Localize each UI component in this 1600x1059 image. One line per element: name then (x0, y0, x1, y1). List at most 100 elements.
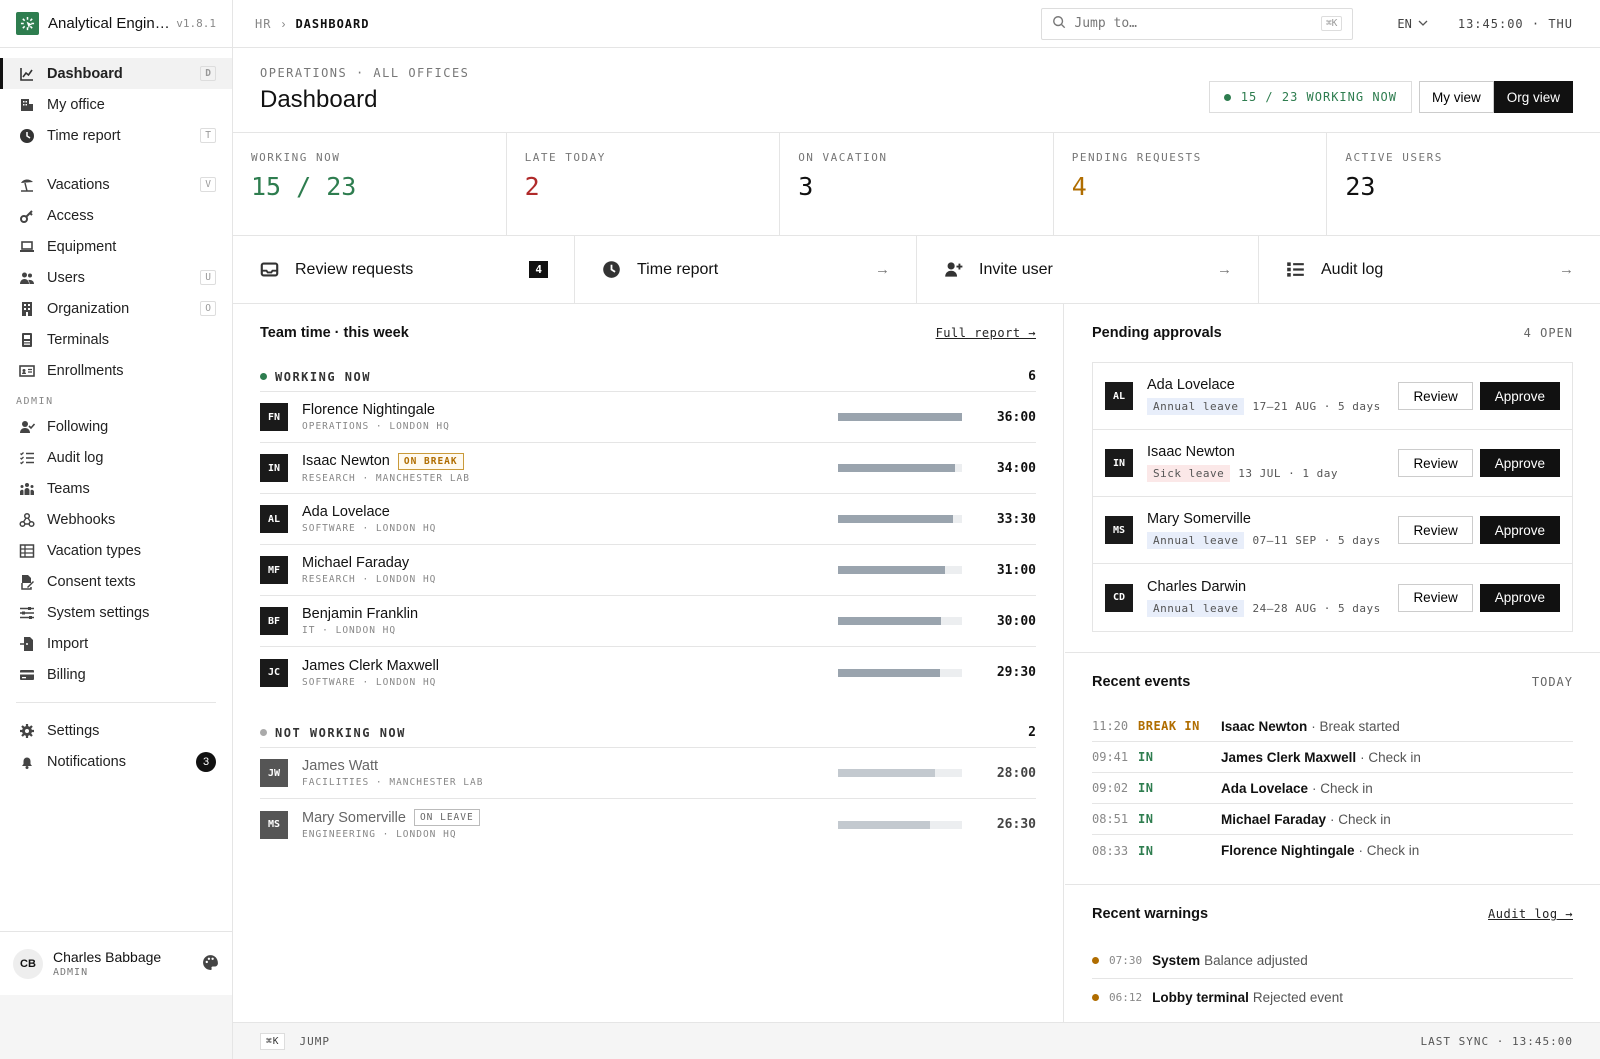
building-icon (18, 300, 36, 318)
requester-name: Ada Lovelace (1147, 377, 1235, 393)
language-select[interactable]: EN (1397, 17, 1428, 31)
sidebar-item-audit-log[interactable]: Audit log (0, 442, 232, 473)
sidebar-item-dashboard[interactable]: Dashboard D (0, 58, 232, 89)
review-button[interactable]: Review (1398, 449, 1473, 477)
approve-button[interactable]: Approve (1479, 583, 1560, 612)
warning-description: Balance adjusted (1204, 953, 1308, 968)
pending-approvals-panel: Pending approvals 4 OPEN AL Ada Lovelace A… (1065, 304, 1600, 653)
recent-events-panel: Recent events TODAY 11:20 BREAK IN Isaac N… (1065, 653, 1600, 885)
avatar: MF (260, 556, 288, 584)
app-name: Analytical Engin… (48, 15, 170, 32)
warning-source: System (1152, 953, 1201, 968)
sidebar-item-label: Terminals (47, 331, 110, 348)
team-member-row[interactable]: JC James Clerk Maxwell SOFTWARE · LONDON H… (260, 647, 1036, 698)
team-member-row[interactable]: JW James Watt FACILITIES · MANCHESTER LAB 2… (260, 748, 1036, 799)
search-input[interactable]: Jump to… ⌘K (1041, 7, 1354, 40)
sidebar-item-label: Organization (47, 300, 130, 317)
stat-value: 23 (1345, 172, 1376, 201)
sidebar-item-vacation-types[interactable]: Vacation types (0, 535, 232, 566)
approve-button[interactable]: Approve (1479, 382, 1560, 410)
sidebar-item-label: Access (47, 207, 94, 224)
avatar: AL (260, 505, 288, 533)
shortcut-key: O (200, 301, 216, 316)
team-member-row[interactable]: MF Michael Faraday RESEARCH · LONDON HQ 31:… (260, 545, 1036, 596)
file-signature-icon (18, 573, 36, 591)
time-report-action[interactable]: Time report → (575, 236, 917, 303)
bell-icon (18, 753, 36, 771)
sidebar-item-organization[interactable]: Organization O (0, 293, 232, 324)
sidebar-item-consent-texts[interactable]: Consent texts (0, 566, 232, 597)
sidebar-item-my-office[interactable]: My office (0, 89, 232, 120)
sidebar-item-following[interactable]: Following (0, 411, 232, 442)
sidebar-item-label: Teams (47, 480, 90, 497)
stat-working-now: WORKING NOW 15 / 23 (233, 133, 507, 235)
hours-bar (838, 668, 962, 677)
event-person: James Clerk Maxwell (1221, 749, 1357, 765)
key-icon (18, 207, 36, 225)
breadcrumb-root[interactable]: HR (255, 17, 271, 31)
org-view-button[interactable]: Org view (1493, 81, 1573, 113)
event-type: IN (1138, 812, 1154, 826)
approve-button[interactable]: Approve (1479, 449, 1560, 477)
sidebar-item-notifications[interactable]: Notifications 3 (0, 746, 232, 777)
app-logo-icon (16, 12, 39, 35)
sidebar-item-system-settings[interactable]: System settings (0, 597, 232, 628)
hours-bar (838, 464, 962, 472)
user-name: Charles Babbage (53, 949, 162, 965)
full-report-link[interactable]: Full report → (936, 326, 1036, 340)
audit-log-link[interactable]: Audit log → (1488, 907, 1573, 921)
sidebar-item-equipment[interactable]: Equipment (0, 231, 232, 262)
team-member-row[interactable]: FN Florence Nightingale OPERATIONS · LONDO… (260, 392, 1036, 443)
sidebar-item-vacations[interactable]: Vacations V (0, 169, 232, 200)
sidebar-item-access[interactable]: Access (0, 200, 232, 231)
breadcrumb-current: DASHBOARD (295, 16, 370, 31)
my-view-button[interactable]: My view (1418, 81, 1494, 113)
hours-bar (838, 566, 962, 574)
sidebar-item-terminals[interactable]: Terminals (0, 324, 232, 355)
event-type: IN (1138, 843, 1154, 858)
team-member-row[interactable]: IN Isaac Newton ON BREAK RESEARCH · MANCHES… (260, 443, 1036, 494)
palette-icon[interactable] (202, 954, 219, 974)
invite-user-action[interactable]: Invite user → (917, 236, 1259, 303)
shortcut-key: T (200, 128, 216, 143)
audit-log-action[interactable]: Audit log → (1259, 236, 1600, 303)
warning-row: 07:30 System Balance adjusted (1092, 943, 1573, 979)
sidebar-item-label: Dashboard (47, 65, 123, 82)
event-type: BREAK IN (1138, 719, 1200, 733)
review-button[interactable]: Review (1398, 516, 1473, 544)
sidebar-item-label: Settings (47, 722, 100, 739)
stat-value: 2 (524, 172, 540, 201)
member-name: James Clerk Maxwell (302, 657, 439, 674)
team-member-row[interactable]: AL Ada Lovelace SOFTWARE · LONDON HQ 33:30 (260, 494, 1036, 545)
approve-button[interactable]: Approve (1479, 516, 1560, 544)
topbar: HR › DASHBOARD Jump to… ⌘K EN 13:45:00 ·… (233, 0, 1600, 48)
event-row: 09:02 IN Ada Lovelace · Check in (1092, 773, 1573, 804)
team-time-title: Team time · this week (260, 325, 409, 341)
sidebar-item-teams[interactable]: Teams (0, 473, 232, 504)
events-meta: TODAY (1531, 675, 1573, 689)
sidebar-item-import[interactable]: Import (0, 628, 232, 659)
user-profile[interactable]: CB Charles Babbage ADMIN (0, 931, 232, 995)
sidebar-item-billing[interactable]: Billing (0, 659, 232, 690)
review-button[interactable]: Review (1398, 382, 1473, 410)
review-requests-action[interactable]: Review requests 4 (233, 236, 575, 303)
approval-row: MS Mary Somerville Annual leave 07–11 SEP ·… (1093, 497, 1572, 564)
working-list: FN Florence Nightingale OPERATIONS · LONDO… (260, 392, 1036, 698)
sidebar-item-time-report[interactable]: Time report T (0, 120, 232, 151)
stat-label: PENDING REQUESTS (1071, 151, 1202, 164)
brand[interactable]: Analytical Engin… v1.8.1 (0, 0, 232, 48)
sidebar-item-webhooks[interactable]: Webhooks (0, 504, 232, 535)
sidebar-item-settings[interactable]: Settings (0, 715, 232, 746)
jump-shortcut[interactable]: ⌘K (260, 1032, 286, 1050)
team-member-row[interactable]: MS Mary Somerville ON LEAVE ENGINEERING · L… (260, 799, 1036, 850)
team-member-row[interactable]: BF Benjamin Franklin IT · LONDON HQ 30:00 (260, 596, 1036, 647)
sidebar-item-users[interactable]: Users U (0, 262, 232, 293)
nav-main: Dashboard D My office Time report T (0, 58, 232, 151)
review-button[interactable]: Review (1398, 583, 1473, 612)
avatar: MS (1105, 516, 1133, 544)
table-icon (18, 542, 36, 560)
warnings-title: Recent warnings (1092, 906, 1209, 922)
hours-bar-fill (838, 413, 962, 421)
hours-bar (838, 617, 962, 625)
sidebar-item-enrollments[interactable]: Enrollments (0, 355, 232, 386)
